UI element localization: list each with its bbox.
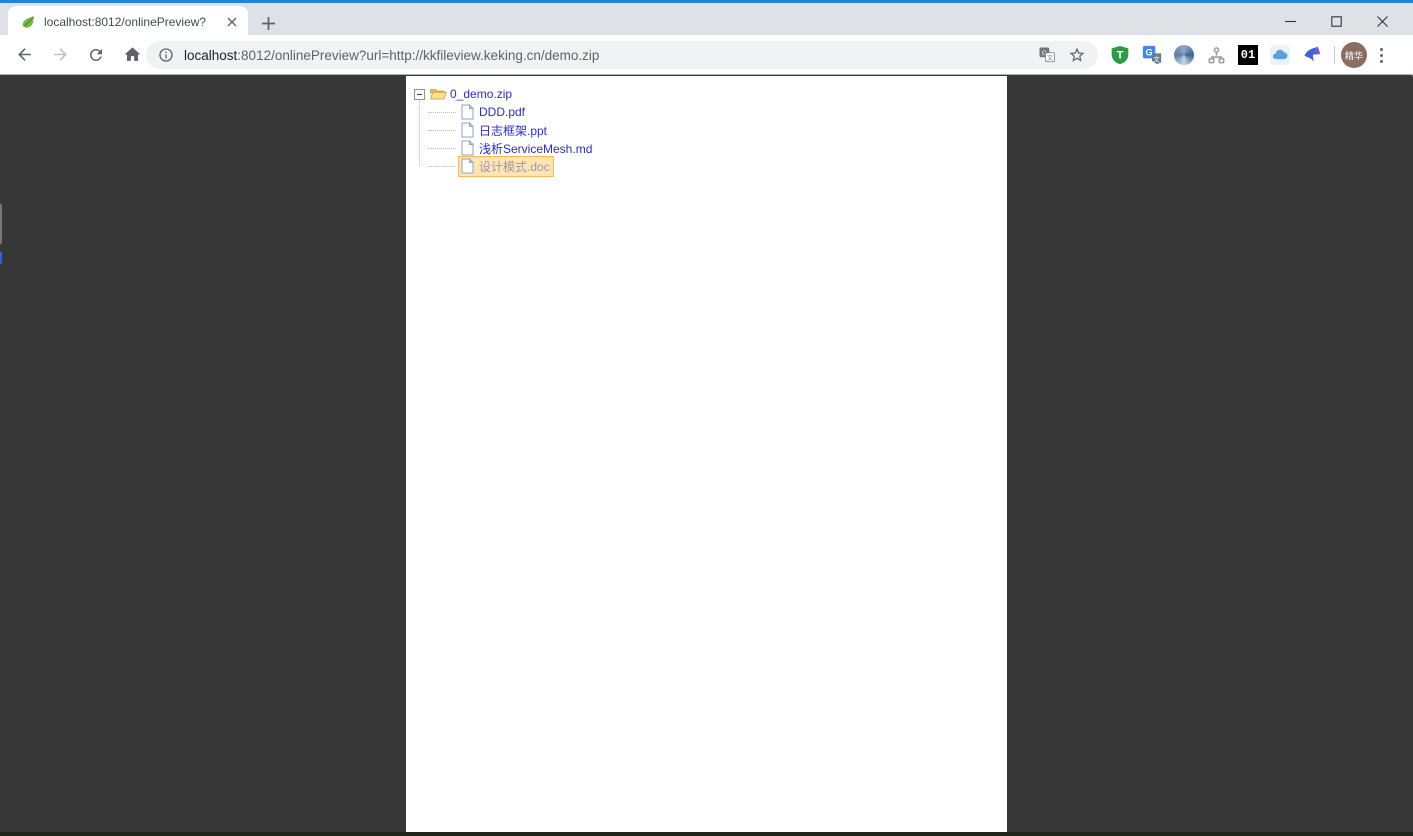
file-icon bbox=[460, 140, 476, 156]
tab-close-icon[interactable] bbox=[223, 14, 240, 31]
url-text[interactable]: localhost:8012/onlinePreview?url=http://… bbox=[184, 48, 1028, 63]
svg-text:G: G bbox=[1146, 47, 1153, 57]
bird-extension-icon[interactable] bbox=[1301, 44, 1323, 66]
reload-icon[interactable] bbox=[84, 43, 108, 67]
tree-node-row-selected: 设计模式.doc bbox=[414, 157, 1007, 175]
profile-avatar[interactable]: 精华 bbox=[1341, 42, 1367, 68]
zip-preview-panel: 0_demo.zip DDD.pdf bbox=[406, 76, 1007, 833]
page-info-icon[interactable] bbox=[158, 47, 174, 63]
address-bar[interactable]: localhost:8012/onlinePreview?url=http://… bbox=[146, 41, 1098, 69]
new-tab-button[interactable] bbox=[258, 13, 278, 33]
translate-extension-icon[interactable]: G 文 bbox=[1141, 44, 1163, 66]
minimize-button[interactable] bbox=[1267, 6, 1313, 36]
tree-node-row: DDD.pdf bbox=[414, 103, 1007, 121]
forward-icon[interactable] bbox=[48, 43, 72, 67]
maximize-button[interactable] bbox=[1313, 6, 1359, 36]
collapse-minus-icon[interactable] bbox=[414, 89, 425, 100]
tab-title: localhost:8012/onlinePreview? bbox=[44, 15, 223, 29]
translate-page-icon[interactable]: G 文 bbox=[1036, 44, 1058, 66]
tree-node-selected[interactable]: 设计模式.doc bbox=[458, 156, 554, 177]
left-edge-artifact bbox=[0, 204, 2, 244]
chrome-menu-icon[interactable] bbox=[1371, 43, 1391, 67]
sitemap-extension-icon[interactable] bbox=[1205, 44, 1227, 66]
zero-one-extension-icon[interactable]: 01 bbox=[1237, 44, 1259, 66]
file-icon bbox=[460, 104, 476, 120]
browser-window: localhost:8012/onlinePreview? bbox=[0, 0, 1413, 836]
close-button[interactable] bbox=[1359, 6, 1405, 36]
file-icon bbox=[460, 158, 476, 174]
window-controls bbox=[1267, 6, 1405, 36]
cloud-extension-icon[interactable] bbox=[1269, 44, 1291, 66]
svg-text:T: T bbox=[1117, 49, 1124, 61]
bottom-screen-edge bbox=[0, 832, 1413, 836]
svg-text:文: 文 bbox=[1153, 54, 1160, 63]
left-edge-artifact-blue bbox=[0, 252, 2, 264]
open-folder-icon[interactable] bbox=[429, 85, 447, 103]
file-icon bbox=[460, 122, 476, 138]
spring-leaf-favicon-icon bbox=[20, 14, 36, 30]
toolbar-separator bbox=[1334, 46, 1335, 64]
tree-node-row: 日志框架.ppt bbox=[414, 121, 1007, 139]
url-path: :8012/onlinePreview?url=http://kkfilevie… bbox=[237, 48, 599, 63]
back-icon[interactable] bbox=[12, 43, 36, 67]
tree-root-label[interactable]: 0_demo.zip bbox=[450, 87, 512, 101]
shield-extension-icon[interactable]: T bbox=[1109, 44, 1131, 66]
tree-root-row: 0_demo.zip bbox=[414, 85, 1007, 103]
file-tree: 0_demo.zip DDD.pdf bbox=[406, 76, 1007, 175]
page-content: 0_demo.zip DDD.pdf bbox=[0, 76, 1413, 836]
tab-strip: localhost:8012/onlinePreview? bbox=[0, 3, 1413, 35]
home-icon[interactable] bbox=[120, 43, 144, 67]
tab-online-preview[interactable]: localhost:8012/onlinePreview? bbox=[8, 6, 248, 38]
tree-node-row: 浅析ServiceMesh.md bbox=[414, 139, 1007, 157]
extensions-area: T G 文 01 bbox=[1104, 41, 1391, 69]
swirl-circle-extension-icon[interactable] bbox=[1173, 44, 1195, 66]
url-host: localhost bbox=[184, 48, 237, 63]
bookmark-star-icon[interactable] bbox=[1066, 44, 1088, 66]
